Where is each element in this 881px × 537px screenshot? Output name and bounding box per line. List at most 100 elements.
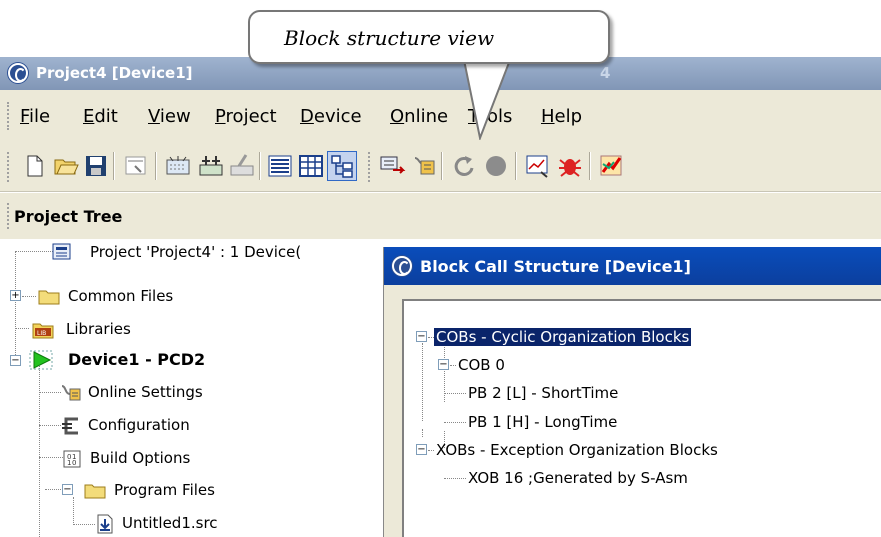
tree-label-configuration: Configuration — [88, 416, 190, 434]
tree-label-untitled1: Untitled1.src — [122, 514, 218, 532]
project-tree-title: Project Tree — [14, 207, 123, 226]
tree-connector — [15, 328, 29, 329]
properties-icon[interactable] — [122, 152, 150, 180]
tree-connector — [39, 457, 63, 458]
folder-open-icon — [84, 484, 106, 499]
tree-label-common-files: Common Files — [68, 287, 174, 305]
save-icon[interactable] — [82, 152, 110, 180]
online-settings-icon[interactable] — [378, 152, 406, 180]
tree-label-xob16: XOB 16 ;Generated by S-Asm — [468, 469, 688, 487]
list-view-icon[interactable] — [266, 152, 294, 180]
tree-connector — [15, 251, 53, 252]
tree-item-project[interactable]: Project 'Project4' : 1 Device( — [50, 240, 383, 264]
menu-grip — [7, 102, 10, 130]
callout-text: Block structure view — [284, 26, 495, 50]
toolbar-separator — [441, 152, 443, 180]
build-all-icon[interactable] — [197, 152, 225, 180]
build-icon[interactable] — [164, 152, 192, 180]
tree-label-cob0: COB 0 — [458, 356, 505, 374]
source-file-icon — [97, 514, 113, 534]
collapse-program-files[interactable]: − — [62, 484, 73, 495]
block-call-structure-title-bar: Block Call Structure [Device1] — [384, 247, 881, 285]
tree-connector — [15, 251, 16, 355]
toolbar — [0, 142, 881, 192]
menu-bar: File Edit View Project Device Online Too… — [0, 90, 881, 142]
svg-text:0: 0 — [72, 459, 76, 467]
tree-connector — [450, 365, 456, 366]
menu-project[interactable]: Project — [215, 106, 277, 127]
window-title-tail: 4 — [600, 64, 611, 82]
project-tree: Project 'Project4' : 1 Device( + Common … — [0, 239, 383, 537]
block-structure-icon[interactable] — [327, 151, 357, 181]
collapse-xobs[interactable]: − — [416, 444, 427, 455]
tree-connector — [422, 429, 423, 437]
callout-pointer — [462, 60, 512, 140]
online-settings-icon — [61, 385, 81, 401]
toolbar-separator — [515, 152, 517, 180]
app-logo-icon — [392, 256, 412, 276]
menu-help[interactable]: Help — [541, 106, 582, 127]
toolbar-grip — [368, 152, 371, 182]
configurator-icon[interactable] — [409, 152, 437, 180]
tree-label-program-files: Program Files — [114, 481, 215, 499]
tree-connector — [39, 392, 61, 393]
block-call-tree: − COBs - Cyclic Organization Blocks − CO… — [402, 299, 881, 537]
tree-item-build-options[interactable]: 0110 Build Options — [62, 446, 322, 470]
menu-view[interactable]: View — [148, 106, 191, 127]
build-options-icon: 0 11 0 — [63, 450, 81, 468]
menu-file[interactable]: File — [20, 106, 50, 127]
expand-common-files[interactable]: + — [10, 290, 21, 301]
collapse-cob0[interactable]: − — [438, 359, 449, 370]
new-icon[interactable] — [20, 152, 48, 180]
folder-icon — [38, 290, 60, 305]
tree-connector — [73, 497, 74, 525]
tree-item-configuration[interactable]: Configuration — [60, 413, 320, 437]
project-tree-header: Project Tree — [0, 193, 881, 239]
toolbar-separator — [155, 152, 157, 180]
fupla-icon[interactable] — [598, 152, 626, 180]
tree-label-pb2: PB 2 [L] - ShortTime — [468, 384, 619, 402]
tree-connector — [444, 422, 466, 423]
menu-device[interactable]: Device — [300, 106, 362, 127]
block-call-structure-window: Block Call Structure [Device1] − COBs - … — [383, 247, 881, 537]
collapse-cobs[interactable]: − — [416, 331, 427, 342]
tree-label-online-settings: Online Settings — [88, 383, 203, 401]
collapse-device1[interactable]: − — [10, 355, 21, 366]
toolbar-separator — [259, 152, 261, 180]
tree-item-program-files[interactable]: Program Files — [84, 478, 344, 502]
tree-item-common-files[interactable]: Common Files — [38, 284, 298, 308]
menu-edit[interactable]: Edit — [83, 106, 118, 127]
library-icon: LIB — [32, 323, 54, 339]
tree-label-xobs: XOBs - Exception Organization Blocks — [436, 441, 718, 459]
toolbar-separator — [589, 152, 591, 180]
tree-connector — [45, 489, 63, 490]
tree-label-libraries: Libraries — [66, 320, 131, 338]
tree-connector — [73, 524, 95, 525]
tree-item-libraries[interactable]: LIB Libraries — [32, 317, 292, 341]
tree-connector — [444, 393, 466, 394]
clean-icon[interactable] — [228, 152, 256, 180]
project-icon — [52, 243, 71, 260]
table-view-icon[interactable] — [297, 152, 325, 180]
debugger-icon[interactable] — [556, 152, 584, 180]
tree-connector — [428, 450, 434, 451]
tree-connector — [444, 478, 466, 479]
block-call-structure-title: Block Call Structure [Device1] — [420, 257, 691, 276]
tree-label-pb1: PB 1 [H] - LongTime — [468, 413, 618, 431]
restart-icon[interactable] — [450, 152, 478, 180]
configuration-icon — [62, 417, 78, 435]
tree-item-online-settings[interactable]: Online Settings — [60, 380, 320, 404]
stop-icon[interactable] — [482, 152, 510, 180]
tree-item-untitled1[interactable]: Untitled1.src — [96, 511, 356, 535]
menu-online[interactable]: Online — [390, 106, 448, 127]
tree-connector — [22, 296, 36, 297]
watch-window-icon[interactable] — [524, 152, 552, 180]
tree-label-build-options: Build Options — [90, 449, 191, 467]
project-tree-grip — [7, 203, 10, 229]
toolbar-separator — [113, 152, 115, 180]
svg-text:1: 1 — [67, 459, 71, 467]
tree-label-project: Project 'Project4' : 1 Device( — [90, 243, 302, 261]
tree-label-device1: Device1 - PCD2 — [68, 350, 206, 369]
open-icon[interactable] — [52, 152, 80, 180]
tree-item-device1[interactable]: Device1 - PCD2 — [28, 347, 328, 371]
